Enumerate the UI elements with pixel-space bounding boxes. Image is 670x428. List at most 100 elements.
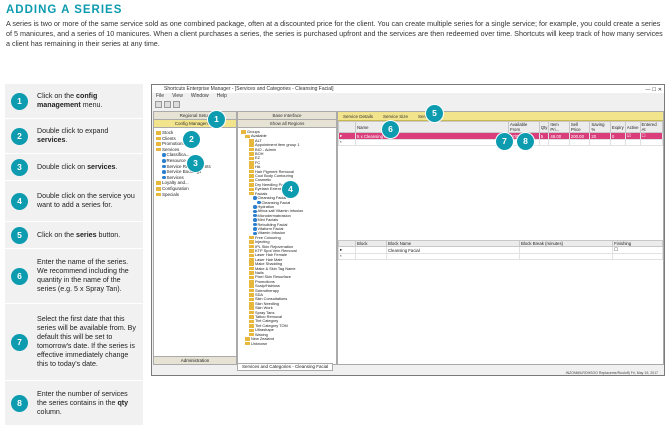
col-header[interactable]: Expiry	[609, 121, 626, 133]
window-controls[interactable]: — ☐ ✕	[646, 86, 662, 94]
callout-3: 3	[187, 155, 204, 172]
folder-icon	[249, 271, 254, 275]
block-break-cell[interactable]	[519, 246, 613, 254]
service-icon	[257, 200, 261, 205]
tree-item[interactable]: Unknown	[241, 342, 333, 346]
active-checkbox[interactable]: ☑	[624, 132, 641, 140]
folder-icon	[249, 293, 254, 297]
folder-icon	[249, 280, 254, 284]
toolbar-save-icon[interactable]	[164, 101, 171, 108]
expiry-cell[interactable]: 0	[609, 132, 626, 140]
step-text: Select the first date that this series w…	[37, 315, 136, 368]
block-cell[interactable]	[355, 246, 387, 254]
block-name-cell[interactable]: Cleansing Facial	[386, 246, 520, 254]
folder-icon	[249, 324, 254, 328]
folder-icon	[249, 183, 254, 187]
block-grid-area: Block Block Name Block Break (minutes) F…	[338, 240, 663, 260]
step-3: 3 Double click on services.	[5, 154, 143, 181]
folder-icon	[249, 319, 254, 324]
block-new-row[interactable]: *	[338, 253, 663, 260]
service-size-button[interactable]: Service Size	[381, 114, 410, 119]
col-header[interactable]: Name	[355, 121, 509, 133]
service-icon	[253, 213, 257, 218]
step-5: 5 Click on the series button.	[5, 222, 143, 249]
tab-services-categories[interactable]: Services and Categories - Cleansing Faci…	[237, 363, 334, 371]
item-price-cell[interactable]: 48.00	[548, 132, 570, 140]
callout-5: 5	[426, 105, 443, 122]
service-icon	[253, 205, 257, 209]
folder-icon	[249, 235, 254, 240]
folder-icon	[249, 258, 254, 262]
nav-item[interactable]: Specials	[156, 192, 234, 198]
folder-icon	[249, 288, 254, 293]
block-row[interactable]: ▸ Cleansing Facial ☐	[338, 246, 663, 254]
page-heading: ADDING A SERIES	[6, 4, 123, 16]
folder-icon	[249, 139, 254, 143]
mid-header[interactable]: Base Interface	[238, 112, 336, 120]
menu-window[interactable]: Window	[191, 93, 209, 100]
folder-icon	[156, 147, 161, 152]
nav-footer-administration[interactable]: Administration	[154, 356, 236, 364]
folder-icon	[249, 310, 254, 315]
toolbar-back-icon[interactable]	[155, 101, 162, 108]
folder-icon	[249, 161, 254, 165]
step-4: 4 Double click on the service you want to…	[5, 181, 143, 222]
toolbar-print-icon[interactable]	[173, 101, 180, 108]
folder-icon	[156, 187, 161, 191]
folder-icon	[249, 332, 254, 337]
menu-bar: File View Window Help	[152, 93, 664, 100]
finishing-cell[interactable]: ☐	[612, 246, 663, 254]
menu-help[interactable]: Help	[217, 93, 227, 100]
service-details-button[interactable]: Service Details	[341, 114, 375, 119]
folder-icon	[156, 131, 161, 135]
folder-icon	[245, 337, 250, 341]
item-icon	[162, 170, 166, 174]
step-badge: 3	[11, 158, 28, 176]
col-header[interactable]: Qty	[538, 121, 550, 133]
col-header[interactable]: Saving %	[589, 121, 611, 133]
entered-at-checkbox[interactable]: ☐	[639, 132, 664, 140]
row-selector[interactable]: ▸	[338, 132, 356, 140]
col-header[interactable]: Available From	[508, 121, 540, 133]
folder-icon	[249, 143, 254, 147]
col-header[interactable]: Entered At	[639, 121, 664, 133]
intro-paragraph: A series is two or more of the same serv…	[6, 19, 663, 48]
series-name-cell[interactable]: 5 x Cleansing Facial	[355, 132, 509, 140]
new-row-marker[interactable]: *	[338, 139, 356, 146]
folder-icon	[249, 284, 254, 288]
folder-icon	[249, 275, 254, 280]
mid-subheader[interactable]: Show all Regions	[238, 120, 336, 128]
folder-icon	[249, 315, 254, 319]
step-badge: 4	[11, 192, 28, 210]
col-header[interactable]: Active	[624, 121, 641, 133]
qty-cell[interactable]: 5	[538, 132, 550, 140]
folder-icon	[249, 249, 254, 253]
item-icon	[162, 159, 166, 163]
folder-icon	[249, 266, 254, 271]
menu-file[interactable]: File	[156, 93, 164, 100]
sell-price-cell[interactable]: 200.00	[568, 132, 591, 140]
step-badge: 1	[11, 92, 28, 110]
new-row-marker[interactable]: *	[338, 253, 356, 260]
menu-view[interactable]: View	[172, 93, 183, 100]
folder-icon	[249, 262, 254, 266]
service-icon	[253, 196, 257, 200]
step-badge: 7	[11, 333, 28, 351]
folder-icon	[245, 341, 250, 346]
col-header[interactable]: Item Pri...	[548, 121, 570, 133]
folder-icon	[249, 165, 254, 169]
folder-icon	[245, 134, 250, 139]
row-selector[interactable]: ▸	[338, 246, 356, 254]
folder-icon	[156, 181, 161, 185]
folder-icon	[249, 191, 254, 196]
saving-cell[interactable]: 20	[589, 132, 611, 140]
services-tree: Groups Available ALT Appointment item group…	[238, 128, 336, 348]
step-badge: 6	[11, 267, 28, 285]
folder-icon	[249, 306, 254, 310]
service-icon	[253, 218, 257, 222]
folder-icon	[249, 244, 254, 249]
folder-icon	[249, 240, 254, 244]
step-badge: 2	[11, 127, 28, 145]
col-header[interactable]: Sell Price	[568, 121, 591, 133]
folder-icon	[249, 328, 254, 332]
